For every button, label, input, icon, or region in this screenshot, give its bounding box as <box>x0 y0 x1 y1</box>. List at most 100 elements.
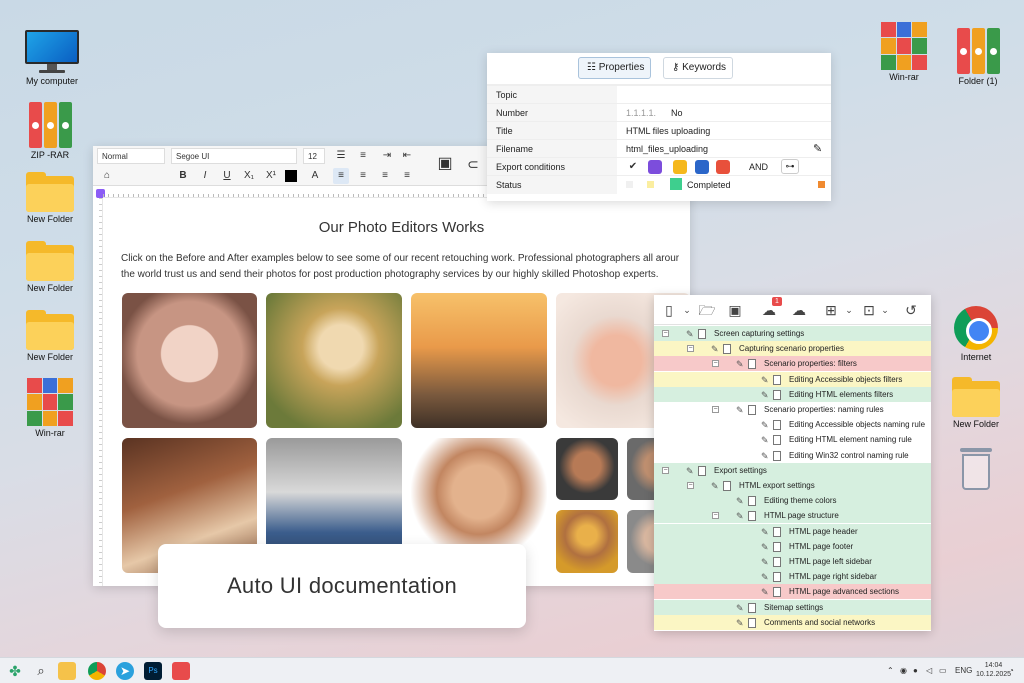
tree-item[interactable]: ✎ Editing HTML elements filters <box>654 386 931 402</box>
insert-link-icon[interactable]: ⊂ <box>465 156 481 172</box>
download-cloud-icon[interactable]: ☁ <box>790 301 808 319</box>
tray-wifi-icon[interactable]: ▭ <box>939 666 947 675</box>
tree-item[interactable]: − ✎ HTML page structure <box>654 508 931 524</box>
condition-graph-icon[interactable]: ⊶ <box>781 159 799 174</box>
tree-item[interactable]: ✎ HTML page advanced sections <box>654 584 931 600</box>
pdf-export-icon[interactable] <box>716 160 731 174</box>
collapse-toggle-icon[interactable]: − <box>712 360 719 368</box>
edit-pencil-icon[interactable]: ✎ <box>761 433 769 447</box>
chevron-down-icon[interactable]: ⌄ <box>876 301 894 319</box>
app-icon[interactable] <box>172 662 190 680</box>
align-right-icon[interactable]: ≡ <box>377 168 393 184</box>
status-swatch-yellow[interactable] <box>647 181 654 188</box>
edit-pencil-icon[interactable]: ✎ <box>711 479 719 493</box>
check-icon[interactable]: ✔ <box>626 160 640 174</box>
edit-pencil-icon[interactable]: ✎ <box>761 555 769 569</box>
clock[interactable]: 14:04 10.12.2025 <box>976 661 1011 679</box>
insert-image-icon[interactable]: ▣ <box>437 156 453 172</box>
and-operator[interactable]: AND <box>749 162 768 172</box>
number-value[interactable]: No <box>671 108 683 118</box>
filename-value[interactable]: html_files_uploading <box>626 144 708 154</box>
chevron-down-icon[interactable]: ⌄ <box>840 301 858 319</box>
tree-item[interactable]: ✎ Comments and social networks <box>654 614 931 630</box>
desktop-icon-zip-rar[interactable]: ZIP -RAR <box>15 102 85 160</box>
desktop-icon-my-computer[interactable]: My computer <box>17 30 87 86</box>
edit-pencil-icon[interactable]: ✎ <box>761 373 769 387</box>
tree-item[interactable]: − ✎ Export settings <box>654 462 931 478</box>
numbered-list-icon[interactable]: ≡ <box>355 148 371 164</box>
notification-bell-icon[interactable]: ◔ <box>1009 666 1014 675</box>
collapse-toggle-icon[interactable]: − <box>662 466 669 474</box>
status-value[interactable]: Completed <box>687 180 731 190</box>
edit-pencil-icon[interactable]: ✎ <box>736 403 744 417</box>
collapse-toggle-icon[interactable]: − <box>662 330 669 337</box>
chrome-taskbar-icon[interactable] <box>88 662 106 680</box>
text-color-button[interactable] <box>285 170 297 182</box>
align-justify-icon[interactable]: ≡ <box>399 168 415 184</box>
subscript-button[interactable]: X₁ <box>241 168 257 184</box>
open-folder-icon[interactable]: 🗁 <box>698 301 716 319</box>
collapse-toggle-icon[interactable]: − <box>712 406 719 413</box>
bullet-list-icon[interactable]: ☰ <box>333 148 349 164</box>
edit-pencil-icon[interactable]: ✎ <box>761 418 769 432</box>
undo-icon[interactable]: ↺ <box>902 301 920 319</box>
tree-item[interactable]: ✎ Editing theme colors <box>654 493 931 509</box>
html-export-icon[interactable] <box>647 160 662 174</box>
edit-pencil-icon[interactable]: ✎ <box>686 327 694 341</box>
indent-icon[interactable]: ⇥ <box>379 148 395 164</box>
edit-pencil-icon[interactable]: ✎ <box>761 449 769 463</box>
language-indicator[interactable]: ENG <box>955 666 972 675</box>
save-icon[interactable]: ▣ <box>726 301 744 319</box>
desktop-icon-new-folder-1[interactable]: New Folder <box>15 172 85 224</box>
tree-item[interactable]: ✎ HTML page left sidebar <box>654 554 931 569</box>
tray-chevron-icon[interactable]: ⌃ <box>887 666 894 675</box>
magic-wand-icon[interactable]: ✎ <box>813 142 822 155</box>
tray-app-icon[interactable]: ● <box>913 666 918 675</box>
paragraph-style-select[interactable]: Normal <box>97 148 165 164</box>
underline-button[interactable]: U <box>219 168 235 184</box>
file-explorer-icon[interactable] <box>58 662 76 680</box>
search-icon[interactable]: ⌕ <box>32 662 50 680</box>
start-icon[interactable]: ✤ <box>6 662 24 680</box>
tree-item[interactable]: ✎ Editing HTML element naming rule <box>654 432 931 448</box>
tab-keywords[interactable]: ⚷ Keywords <box>663 57 734 79</box>
word-export-icon[interactable] <box>694 160 709 174</box>
edit-pencil-icon[interactable]: ✎ <box>736 616 744 630</box>
tray-volume-icon[interactable]: ◁ <box>926 666 932 675</box>
desktop-icon-new-folder-3[interactable]: New Folder <box>15 310 85 362</box>
tree-item[interactable]: ✎ HTML page footer <box>654 538 931 554</box>
tree-item[interactable]: ✎ Editing Accessible objects naming rule <box>654 417 931 433</box>
tree-item[interactable]: ✎ HTML page right sidebar <box>654 569 931 585</box>
align-center-icon[interactable]: ≡ <box>355 168 371 184</box>
edit-pencil-icon[interactable]: ✎ <box>736 357 744 371</box>
clear-format-icon[interactable]: ⌂ <box>99 168 115 184</box>
collapse-toggle-icon[interactable]: − <box>712 512 719 520</box>
edit-pencil-icon[interactable]: ✎ <box>761 585 769 599</box>
desktop-icon-win-rar-right[interactable]: Win-rar <box>869 22 939 82</box>
add-topic-icon[interactable]: ⊞ <box>822 301 840 319</box>
edit-pencil-icon[interactable]: ✎ <box>736 509 744 523</box>
collapse-toggle-icon[interactable]: − <box>687 345 694 353</box>
tab-properties[interactable]: ☷ Properties <box>578 57 652 79</box>
desktop-icon-win-rar[interactable]: Win-rar <box>15 378 85 438</box>
superscript-button[interactable]: X¹ <box>263 168 279 184</box>
tree-item[interactable]: ✎ Sitemap settings <box>654 599 931 615</box>
tree-item[interactable]: ✎ Editing Win32 control naming rule <box>654 447 931 463</box>
collapse-toggle-icon[interactable]: − <box>687 482 694 489</box>
tree-item[interactable]: − ✎ Screen capturing settings <box>654 326 931 341</box>
edit-pencil-icon[interactable]: ✎ <box>761 540 769 554</box>
edit-pencil-icon[interactable]: ✎ <box>736 601 744 615</box>
tree-item[interactable]: ✎ HTML page header <box>654 523 931 539</box>
status-swatch-green[interactable] <box>670 178 682 190</box>
edit-pencil-icon[interactable]: ✎ <box>761 388 769 402</box>
edit-pencil-icon[interactable]: ✎ <box>761 525 769 539</box>
desktop-icon-new-folder-right[interactable]: New Folder <box>941 377 1011 429</box>
outdent-icon[interactable]: ⇤ <box>399 148 415 164</box>
status-swatch-orange[interactable] <box>818 181 825 188</box>
font-size-select[interactable]: 12 <box>303 148 325 164</box>
status-swatch-grey[interactable] <box>626 181 633 188</box>
telegram-icon[interactable]: ➤ <box>116 662 134 680</box>
book-icon[interactable]: ▯ <box>660 301 678 319</box>
tray-network-icon[interactable]: ◉ <box>900 666 907 675</box>
tree-item[interactable]: − ✎ Scenario properties: naming rules <box>654 402 931 417</box>
